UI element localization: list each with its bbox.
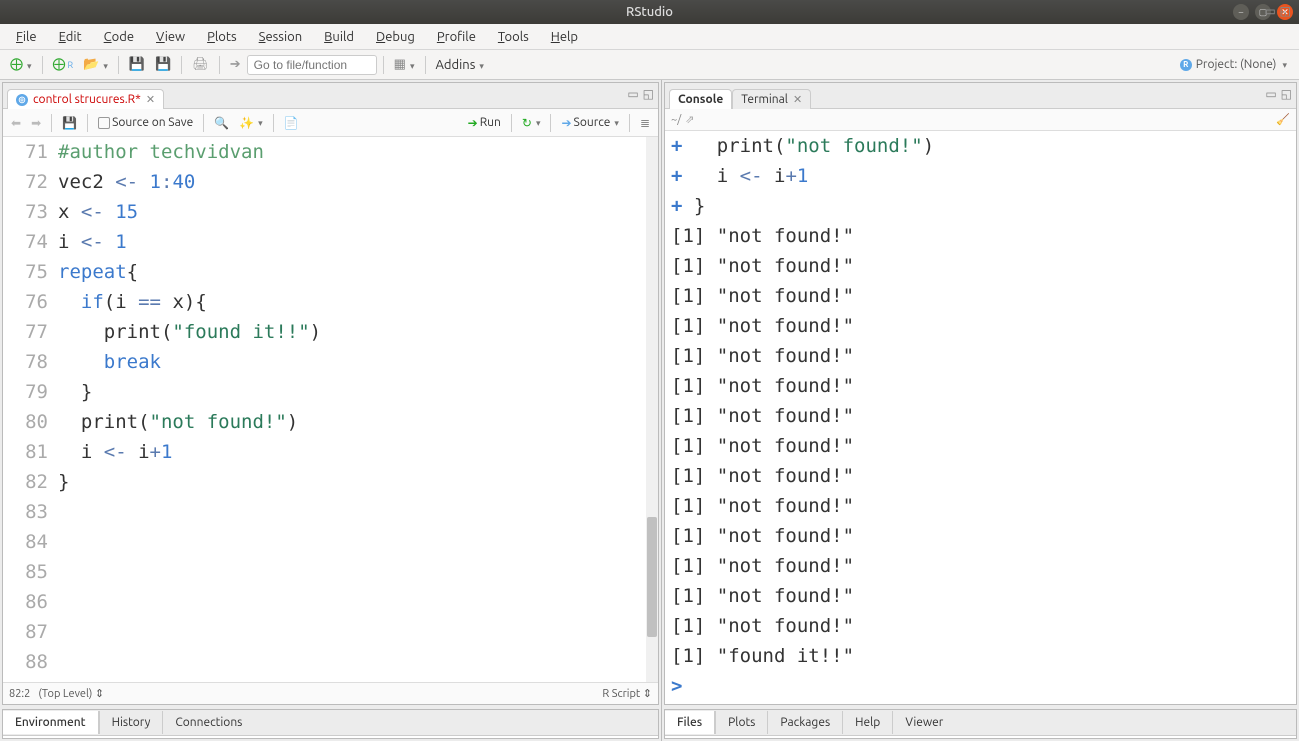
window-titlebar: RStudio – ▢ ✕ bbox=[0, 0, 1299, 24]
source-on-save-checkbox[interactable]: Source on Save bbox=[94, 114, 197, 131]
dirty-indicator: * bbox=[135, 93, 141, 106]
project-selector[interactable]: RProject: (None) bbox=[1180, 58, 1287, 71]
menu-view[interactable]: View bbox=[146, 27, 195, 47]
tab-viewer[interactable]: Viewer bbox=[892, 711, 955, 734]
tab-packages[interactable]: Packages bbox=[767, 711, 842, 734]
main-toolbar: ⨁ ⨁R 📂 💾 💾 🖨 ➔ ▦ Addins RProject: (None) bbox=[0, 50, 1299, 80]
language-selector[interactable]: R Script ⇕ bbox=[602, 687, 652, 700]
r-project-icon: R bbox=[1180, 59, 1192, 71]
tab-connections[interactable]: Connections bbox=[162, 711, 254, 734]
minimize-pane-icon[interactable]: ▭ bbox=[627, 87, 638, 101]
cursor-position: 82:2 bbox=[9, 688, 30, 700]
console-pane: Console Terminal ✕ ▭ ◱ ~/ ⇗ 🧹 + print("n… bbox=[664, 82, 1297, 705]
save-file-button[interactable]: 💾 bbox=[58, 114, 81, 132]
grid-button[interactable]: ▦ bbox=[390, 55, 419, 74]
console-working-dir: ~/ bbox=[671, 114, 681, 126]
code-editor[interactable]: #author techvidvanvec2 <- 1:40x <- 15i <… bbox=[58, 137, 658, 682]
minimize-button[interactable]: – bbox=[1233, 4, 1249, 20]
menu-edit[interactable]: Edit bbox=[49, 27, 92, 47]
menu-file[interactable]: File bbox=[6, 27, 47, 47]
forward-button[interactable]: ➡ bbox=[27, 114, 45, 132]
report-button[interactable]: 📄 bbox=[280, 114, 303, 132]
menu-plots[interactable]: Plots bbox=[197, 27, 247, 47]
close-tab-icon[interactable]: ✕ bbox=[146, 93, 155, 106]
window-title: RStudio bbox=[626, 5, 673, 19]
maximize-pane-icon[interactable]: ◱ bbox=[1281, 87, 1292, 101]
terminal-tab[interactable]: Terminal ✕ bbox=[732, 89, 811, 109]
goto-arrow-icon: ➔ bbox=[226, 55, 245, 74]
find-button[interactable]: 🔍 bbox=[210, 114, 233, 132]
rerun-button[interactable]: ↻ bbox=[518, 114, 545, 132]
file-tab[interactable]: ◎ control strucures.R* ✕ bbox=[7, 89, 164, 109]
menu-tools[interactable]: Tools bbox=[488, 27, 539, 47]
r-file-icon: ◎ bbox=[16, 94, 28, 106]
menu-build[interactable]: Build bbox=[314, 27, 364, 47]
wand-button[interactable]: ✨ bbox=[235, 114, 266, 132]
run-button[interactable]: ➔Run bbox=[464, 114, 505, 132]
close-terminal-icon[interactable]: ✕ bbox=[793, 93, 802, 106]
scope-selector[interactable]: (Top Level) ⇕ bbox=[38, 687, 104, 700]
menu-profile[interactable]: Profile bbox=[427, 27, 486, 47]
tab-files[interactable]: Files bbox=[665, 711, 715, 734]
source-pane: ◎ control strucures.R* ✕ ▭ ◱ ⬅ ➡ 💾 Sou bbox=[2, 82, 659, 705]
goto-file-input[interactable] bbox=[247, 55, 377, 75]
source-button[interactable]: ➔Source bbox=[557, 114, 622, 132]
console-tab[interactable]: Console bbox=[669, 89, 732, 109]
outline-button[interactable]: ≣ bbox=[636, 114, 654, 132]
save-button[interactable]: 💾 bbox=[125, 55, 149, 74]
menubar: FileEditCodeViewPlotsSessionBuildDebugPr… bbox=[0, 24, 1299, 50]
tab-environment[interactable]: Environment bbox=[3, 711, 99, 734]
menu-session[interactable]: Session bbox=[249, 27, 312, 47]
maximize-pane-icon[interactable]: ◱ bbox=[1280, 4, 1291, 18]
line-gutter: 71 72 73 74 75 76 77 78 79 80 81 82 83 8… bbox=[3, 137, 58, 682]
minimize-pane-icon[interactable]: ▭ bbox=[1264, 4, 1275, 18]
addins-button[interactable]: Addins bbox=[432, 56, 488, 74]
maximize-pane-icon[interactable]: ◱ bbox=[643, 87, 654, 101]
back-button[interactable]: ⬅ bbox=[7, 114, 25, 132]
files-pane: FilesPlotsPackagesHelpViewer ▭ ◱ bbox=[664, 709, 1297, 739]
menu-debug[interactable]: Debug bbox=[366, 27, 425, 47]
environment-pane: EnvironmentHistoryConnections ▭ ◱ bbox=[2, 709, 659, 739]
minimize-pane-icon[interactable]: ▭ bbox=[1265, 87, 1276, 101]
menu-help[interactable]: Help bbox=[541, 27, 588, 47]
tab-help[interactable]: Help bbox=[842, 711, 892, 734]
clear-console-icon[interactable]: 🧹 bbox=[1276, 113, 1290, 126]
tab-history[interactable]: History bbox=[99, 711, 163, 734]
print-button[interactable]: 🖨 bbox=[188, 55, 213, 74]
tab-plots[interactable]: Plots bbox=[715, 711, 767, 734]
save-all-button[interactable]: 💾 bbox=[151, 55, 175, 74]
new-project-button[interactable]: ⨁R bbox=[49, 55, 78, 74]
new-file-button[interactable]: ⨁ bbox=[6, 55, 36, 74]
open-file-button[interactable]: 📂 bbox=[79, 55, 112, 74]
console-popout-icon[interactable]: ⇗ bbox=[685, 113, 694, 126]
menu-code[interactable]: Code bbox=[94, 27, 144, 47]
console-output[interactable]: + print("not found!")+ i <- i+1+ }[1] "n… bbox=[665, 131, 1296, 704]
editor-scrollbar[interactable] bbox=[646, 137, 658, 682]
